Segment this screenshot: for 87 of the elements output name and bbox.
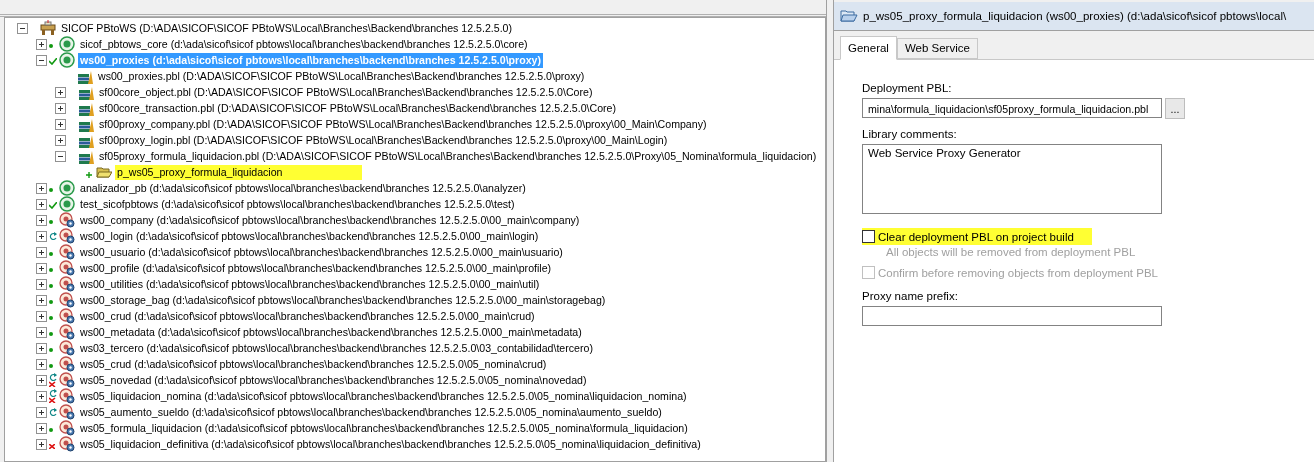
expand-icon[interactable] xyxy=(36,390,47,402)
tree-item[interactable]: ws05_aumento_sueldo (d:\ada\sicof\sicof pbtows\local\branches\backend\branches 12.5.2.5.0\05_nomina\aumento_sueldo) xyxy=(78,404,664,420)
folder-icon xyxy=(840,9,858,23)
globe-gear-icon xyxy=(59,212,75,228)
globe-gear-icon xyxy=(59,292,75,308)
tree-item[interactable]: ws05_novedad (d:\ada\sicof\sicof pbtows\local\branches\backend\branches 12.5.2.5.0\05_nomina\novedad) xyxy=(78,372,589,388)
target-icon xyxy=(59,36,75,52)
tree-item[interactable]: sf00proxy_login.pbl (D:\ADA\SICOF\SICOF PBtoWS\Local\Branches\Backend\branches 12.5.2.5.0\proxy\00_Main\Login) xyxy=(97,132,670,148)
expand-icon[interactable] xyxy=(55,86,66,98)
tab[interactable]: General xyxy=(840,36,897,60)
hint-text: All objects will be removed from deployment PBL xyxy=(886,246,1136,258)
target-icon xyxy=(59,180,75,196)
globe-gear-icon xyxy=(59,324,75,340)
checkbox[interactable] xyxy=(862,230,875,243)
collapse-icon[interactable] xyxy=(36,54,47,66)
target-icon xyxy=(59,196,75,212)
globe-gear-icon xyxy=(59,356,75,372)
expand-icon[interactable] xyxy=(55,102,66,114)
checkbox-label: Confirm before removing objects from deployment PBL xyxy=(878,266,1158,279)
globe-gear-icon xyxy=(59,244,75,260)
input-field[interactable] xyxy=(862,306,1162,326)
globe-gear-icon xyxy=(59,308,75,324)
tree-item[interactable]: ws00_metadata (d:\ada\sicof\sicof pbtows\local\branches\backend\branches 12.5.2.5.0\00_main\metadata) xyxy=(78,324,584,340)
folder-icon xyxy=(96,164,112,180)
tab[interactable]: Web Service xyxy=(896,38,978,59)
desk-icon xyxy=(40,20,56,36)
collapse-icon[interactable] xyxy=(17,22,28,34)
tree-item[interactable]: ws05_liquidacion_definitiva (d:\ada\sicof\sicof pbtows\local\branches\backend\branches 12.5.2.5.0\05_nomina\liquidacion_definitiva) xyxy=(78,436,703,452)
tree-item[interactable]: ws05_liquidacion_nomina (d:\ada\sicof\sicof pbtows\local\branches\backend\branches 12.5.2.5.0\05_nomina\liquidacion_nomina) xyxy=(78,388,689,404)
tree-item[interactable]: ws00_profile (d:\ada\sicof\sicof pbtows\local\branches\backend\branches 12.5.2.5.0\00_main\profile) xyxy=(78,260,554,276)
tree-item[interactable]: ws00_company (d:\ada\sicof\sicof pbtows\local\branches\backend\branches 12.5.2.5.0\00_main\company) xyxy=(78,212,582,228)
expand-icon[interactable] xyxy=(36,310,47,322)
tree-item[interactable]: ws00_usuario (d:\ada\sicof\sicof pbtows\local\branches\backend\branches 12.5.2.5.0\00_main\usuario) xyxy=(78,244,565,260)
input-field[interactable]: mina\formula_liquidacion\sf05proxy_formula_liquidacion.pbl xyxy=(862,98,1162,118)
tree-item[interactable]: ws00_crud (d:\ada\sicof\sicof pbtows\local\branches\backend\branches 12.5.2.5.0\00_main\crud) xyxy=(78,308,537,324)
globe-gear-icon xyxy=(59,340,75,356)
expand-icon[interactable] xyxy=(36,182,47,194)
tree-item[interactable]: ws00_utilities (d:\ada\sicof\sicof pbtows\local\branches\backend\branches 12.5.2.5.0\00_main\util) xyxy=(78,276,542,292)
tree-item[interactable]: analizador_pb (d:\ada\sicof\sicof pbtows\local\branches\backend\branches 12.5.2.5.0\analyzer) xyxy=(78,180,528,196)
expand-icon[interactable] xyxy=(36,422,47,434)
expand-icon[interactable] xyxy=(36,278,47,290)
globe-gear-icon xyxy=(59,404,75,420)
collapse-icon[interactable] xyxy=(55,150,66,162)
expand-icon[interactable] xyxy=(36,38,47,50)
expand-icon[interactable] xyxy=(36,326,47,338)
field-label: Proxy name prefix: xyxy=(862,290,958,302)
tree-item[interactable]: ws00_storage_bag (d:\ada\sicof\sicof pbtows\local\branches\backend\branches 12.5.2.5.0\00_main\storagebag) xyxy=(78,292,608,308)
checkbox-label: Clear deployment PBL on project build xyxy=(878,230,1074,243)
browse-button[interactable]: ... xyxy=(1165,98,1185,119)
expand-icon[interactable] xyxy=(36,246,47,258)
tree-item[interactable]: p_ws05_proxy_formula_liquidacion xyxy=(115,164,363,180)
field-label: Deployment PBL: xyxy=(862,82,952,94)
expand-icon[interactable] xyxy=(36,438,47,450)
expand-icon[interactable] xyxy=(55,118,66,130)
tree-item[interactable]: sicof_pbtows_core (d:\ada\sicof\sicof pbtows\local\branches\backend\branches 12.5.2.5.0\core) xyxy=(78,36,530,52)
globe-gear-icon xyxy=(59,276,75,292)
tree-item[interactable]: ws05_formula_liquidacion (d:\ada\sicof\sicof pbtows\local\branches\backend\branches 12.5.2.5.0\05_nomina\formula_liquidacion) xyxy=(78,420,690,436)
expand-icon[interactable] xyxy=(36,294,47,306)
tree-item[interactable]: SICOF PBtoWS (D:\ADA\SICOF\SICOF PBtoWS\Local\Branches\Backend\branches 12.5.2.5.0) xyxy=(59,20,514,36)
expand-icon[interactable] xyxy=(36,214,47,226)
expand-icon[interactable] xyxy=(36,374,47,386)
expand-icon[interactable] xyxy=(55,134,66,146)
globe-gear-icon xyxy=(59,388,75,404)
window-title: p_ws05_proxy_formula_liquidacion (ws00_proxies) (d:\ada\sicof\sicof pbtows\local\ xyxy=(863,10,1287,22)
expand-icon[interactable] xyxy=(36,342,47,354)
tree-item[interactable]: sf00core_transaction.pbl (D:\ADA\SICOF\SICOF PBtoWS\Local\Branches\Backend\branches 12.5.2.5.0\Core) xyxy=(97,100,618,116)
field-label: Library comments: xyxy=(862,128,957,140)
tree-item[interactable]: ws00_login (d:\ada\sicof\sicof pbtows\local\branches\backend\branches 12.5.2.5.0\00_main\login) xyxy=(78,228,541,244)
target-icon xyxy=(59,52,75,68)
tree-item[interactable]: sf00core_object.pbl (D:\ADA\SICOF\SICOF PBtoWS\Local\Branches\Backend\branches 12.5.2.5.0\Core) xyxy=(97,84,595,100)
expand-icon[interactable] xyxy=(36,262,47,274)
tree-item[interactable]: sf00proxy_company.pbl (D:\ADA\SICOF\SICOF PBtoWS\Local\Branches\Backend\branches 12.5.2.5.0\proxy\00_Main\Company) xyxy=(97,116,709,132)
globe-gear-icon xyxy=(59,228,75,244)
globe-gear-icon xyxy=(59,260,75,276)
tree-item[interactable]: test_sicofpbtows (d:\ada\sicof\sicof pbtows\local\branches\backend\branches 12.5.2.5.0\test) xyxy=(78,196,517,212)
globe-gear-icon xyxy=(59,420,75,436)
expand-icon[interactable] xyxy=(36,406,47,418)
globe-gear-icon xyxy=(59,436,75,452)
globe-gear-icon xyxy=(59,372,75,388)
tree-item[interactable]: ws03_tercero (d:\ada\sicof\sicof pbtows\local\branches\backend\branches 12.5.2.5.0\03_contabilidad\tercero) xyxy=(78,340,595,356)
expand-icon[interactable] xyxy=(36,358,47,370)
expand-icon[interactable] xyxy=(36,230,47,242)
tree-item[interactable]: ws05_crud (d:\ada\sicof\sicof pbtows\local\branches\backend\branches 12.5.2.5.0\05_nomina\crud) xyxy=(78,356,549,372)
expand-icon[interactable] xyxy=(36,198,47,210)
tree-item[interactable]: ws00_proxies.pbl (D:\ADA\SICOF\SICOF PBtoWS\Local\Branches\Backend\branches 12.5.2.5.0\proxy) xyxy=(96,68,587,84)
tree-item[interactable]: sf05proxy_formula_liquidacion.pbl (D:\ADA\SICOF\SICOF PBtoWS\Local\Branches\Backend\branches 12.5.2.5.0\Proxy\05_Nomina\formula_liquidacion) xyxy=(97,148,819,164)
text-area[interactable]: Web Service Proxy Generator xyxy=(862,144,1162,214)
